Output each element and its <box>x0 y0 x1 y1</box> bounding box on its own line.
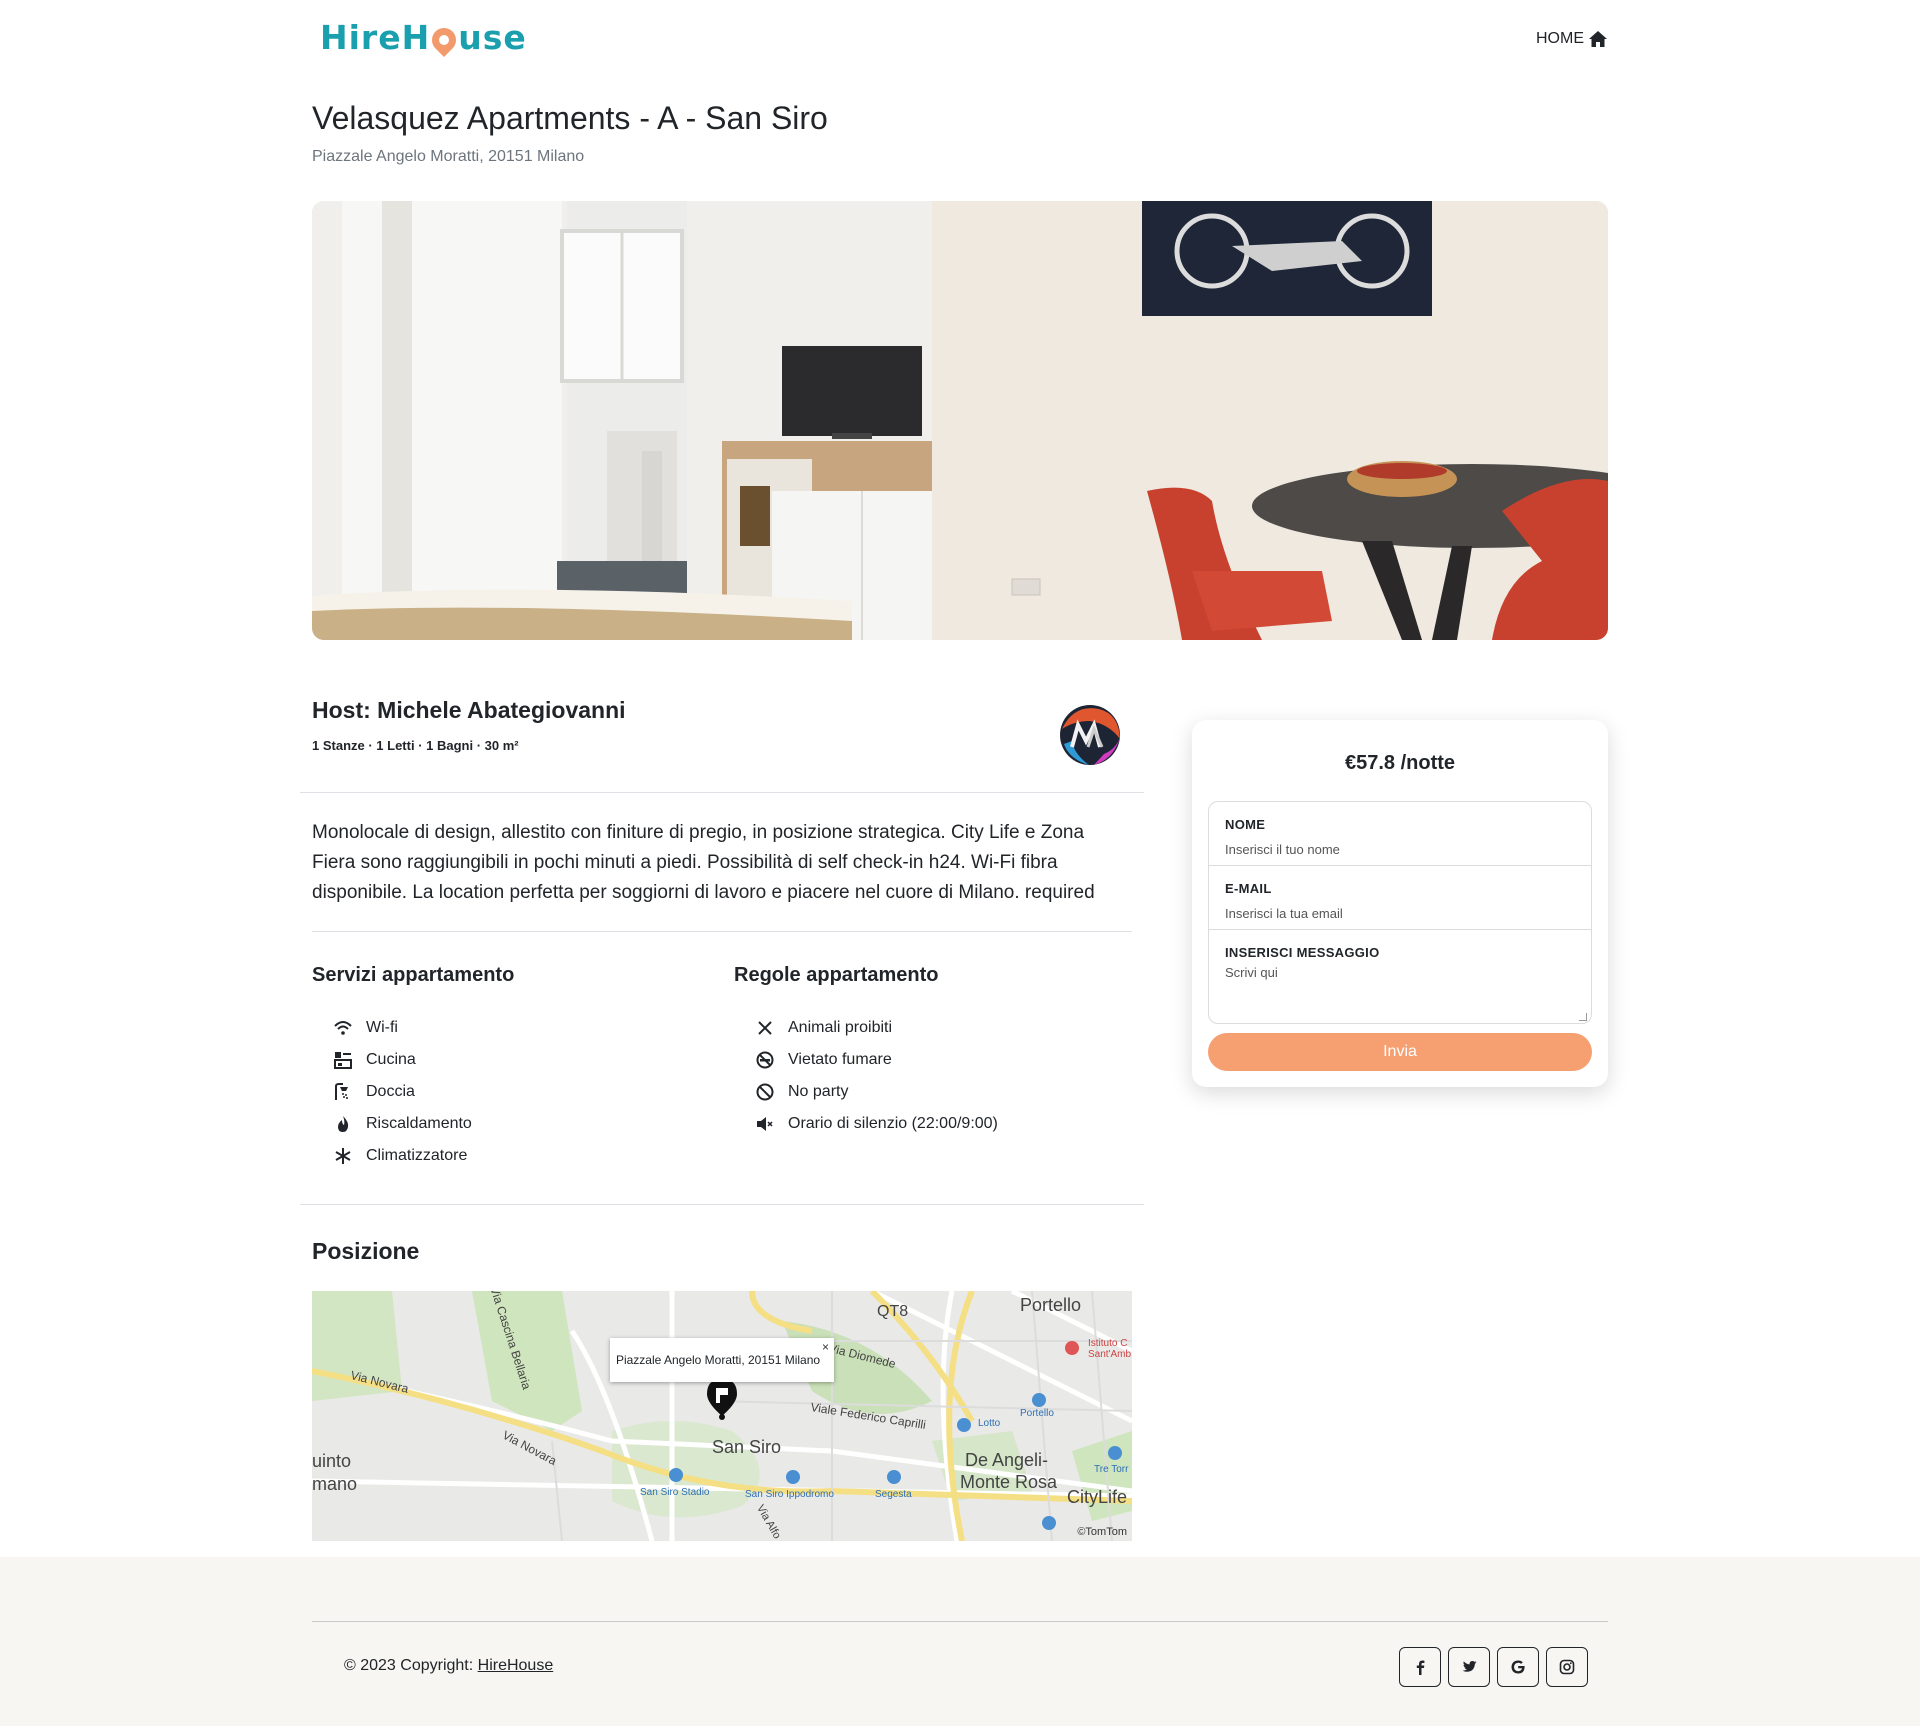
name-field: NOME <box>1209 802 1591 866</box>
map-popup-close-button[interactable]: × <box>822 1340 829 1354</box>
listing-description: Monolocale di design, allestito con fini… <box>312 822 1095 903</box>
rule-label: Orario di silenzio (22:00/9:00) <box>788 1115 998 1132</box>
email-label: E-MAIL <box>1225 881 1272 896</box>
rule-item: Animali proibiti <box>754 1012 998 1044</box>
location-map[interactable]: QT8 Portello San Siro De Angeli- Monte R… <box>312 1291 1132 1541</box>
map-attribution: ©TomTom <box>1077 1526 1127 1538</box>
host-name: Host: Michele Abategiovanni <box>312 697 626 723</box>
location-pin-icon <box>427 22 462 57</box>
copyright: © 2023 Copyright: HireHouse <box>344 1657 553 1675</box>
listing-photo <box>312 201 1608 640</box>
rule-item: Orario di silenzio (22:00/9:00) <box>754 1108 998 1140</box>
service-label: Wi-fi <box>366 1019 398 1036</box>
map-label-san-siro-stadio: San Siro Stadio <box>640 1487 710 1498</box>
home-link[interactable]: HOME <box>1536 30 1608 48</box>
name-label: NOME <box>1225 817 1266 832</box>
social-links <box>1399 1647 1588 1687</box>
map-label-san-siro: San Siro <box>712 1437 782 1457</box>
footer: © 2023 Copyright: HireHouse <box>0 1557 1920 1726</box>
message-field: INSERISCI MESSAGGIO <box>1209 930 1591 1023</box>
service-label: Climatizzatore <box>366 1147 468 1164</box>
map-popup-address: Piazzale Angelo Moratti, 20151 Milano <box>615 1353 821 1367</box>
service-label: Cucina <box>366 1051 416 1068</box>
booking-card: €57.8 /notte NOME E-MAIL INSERISCI MESSA… <box>1192 720 1608 1087</box>
google-icon <box>1511 1660 1525 1674</box>
email-input[interactable] <box>1225 904 1575 922</box>
service-label: Doccia <box>366 1083 415 1100</box>
divider <box>300 792 1144 793</box>
map-label-santamb: Sant'Amb <box>1088 1349 1132 1360</box>
map-label-segesta: Segesta <box>875 1489 912 1500</box>
map-label-lotto: Lotto <box>978 1418 1001 1429</box>
map-label-qt8: QT8 <box>877 1303 909 1320</box>
google-button[interactable] <box>1497 1647 1539 1687</box>
instagram-icon <box>1559 1659 1575 1675</box>
host-avatar <box>1054 699 1126 771</box>
rule-item: No party <box>754 1076 998 1108</box>
shower-icon <box>332 1081 354 1103</box>
rule-label: Animali proibiti <box>788 1019 893 1036</box>
ban-icon <box>754 1081 776 1103</box>
map-label-portello: Portello <box>1020 1295 1082 1315</box>
email-field: E-MAIL <box>1209 866 1591 930</box>
map-label-tre-torri: Tre Torr <box>1094 1464 1129 1475</box>
listing-title: Velasquez Apartments - A - San Siro <box>312 100 828 136</box>
rule-label: Vietato fumare <box>788 1051 892 1068</box>
service-item: Cucina <box>332 1044 472 1076</box>
message-input[interactable] <box>1225 965 1575 1015</box>
price-per-night: €57.8 /notte <box>1344 752 1456 774</box>
rule-item: Vietato fumare <box>754 1044 998 1076</box>
divider <box>312 931 1132 932</box>
footer-divider <box>312 1621 1608 1622</box>
service-item: Wi-fi <box>332 1012 472 1044</box>
twitter-button[interactable] <box>1448 1647 1490 1687</box>
rule-label: No party <box>788 1083 849 1100</box>
twitter-icon <box>1462 1661 1477 1672</box>
kitchen-icon <box>332 1049 354 1071</box>
listing-stats: 1 Stanze · 1 Letti · 1 Bagni · 30 m² <box>312 738 519 753</box>
logo[interactable]: HireH use <box>320 18 527 57</box>
fire-icon <box>332 1113 354 1135</box>
position-heading: Posizione <box>312 1238 420 1264</box>
message-label: INSERISCI MESSAGGIO <box>1225 945 1380 960</box>
logo-text-left: HireH <box>320 18 431 57</box>
service-item: Climatizzatore <box>332 1140 472 1172</box>
brand-link[interactable]: HireHouse <box>478 1657 554 1674</box>
services-list: Wi-fi Cucina Doccia Riscaldamento Climat… <box>332 1012 472 1172</box>
map-label-san-siro-ippodromo: San Siro Ippodromo <box>745 1489 834 1500</box>
facebook-button[interactable] <box>1399 1647 1441 1687</box>
no-smoking-icon <box>754 1049 776 1071</box>
service-item: Riscaldamento <box>332 1108 472 1140</box>
instagram-button[interactable] <box>1546 1647 1588 1687</box>
service-label: Riscaldamento <box>366 1115 472 1132</box>
navbar: HireH use HOME <box>0 0 1920 82</box>
home-icon <box>1589 31 1607 47</box>
map-popup: Piazzale Angelo Moratti, 20151 Milano × <box>610 1338 834 1382</box>
map-label-romano: mano <box>312 1474 358 1494</box>
rules-list: Animali proibiti Vietato fumare No party… <box>754 1012 998 1140</box>
service-item: Doccia <box>332 1076 472 1108</box>
listing-address: Piazzale Angelo Moratti, 20151 Milano <box>312 148 585 165</box>
snowflake-icon <box>332 1145 354 1167</box>
map-label-portello-stop: Portello <box>1020 1408 1054 1419</box>
mute-icon <box>754 1113 776 1135</box>
contact-form: NOME E-MAIL INSERISCI MESSAGGIO <box>1208 801 1592 1024</box>
wifi-icon <box>332 1017 354 1039</box>
facebook-icon <box>1416 1660 1425 1675</box>
divider <box>300 1204 1144 1205</box>
name-input[interactable] <box>1225 840 1575 858</box>
resize-handle[interactable] <box>1579 1013 1587 1021</box>
send-button[interactable]: Invia <box>1208 1033 1592 1071</box>
map-label-quinto: uinto <box>312 1451 352 1471</box>
services-heading: Servizi appartamento <box>312 964 515 986</box>
home-label: HOME <box>1536 30 1584 47</box>
copyright-text: © 2023 Copyright: <box>344 1657 478 1674</box>
map-label-monte-rosa: Monte Rosa <box>960 1472 1058 1492</box>
map-label-istituto: Istituto C <box>1088 1338 1128 1349</box>
logo-text-right: use <box>458 18 527 57</box>
rules-heading: Regole appartamento <box>734 964 939 986</box>
map-label-de-angeli: De Angeli- <box>965 1450 1049 1470</box>
map-label-citylife: CityLife <box>1067 1487 1128 1507</box>
x-icon <box>754 1017 776 1039</box>
